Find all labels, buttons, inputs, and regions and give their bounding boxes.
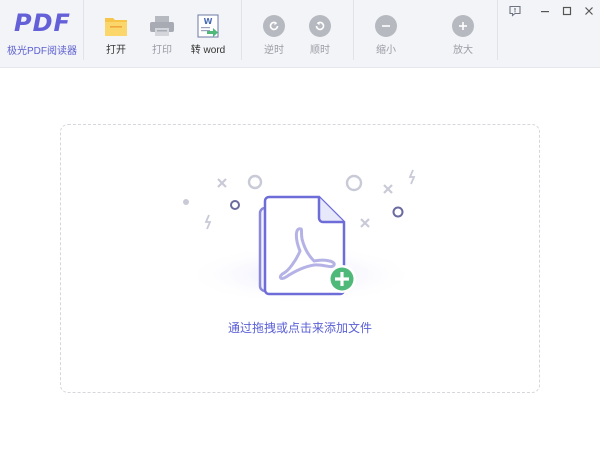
minus-circle-icon bbox=[375, 15, 397, 37]
print-button[interactable]: 打印 bbox=[139, 0, 185, 64]
plus-circle-icon bbox=[452, 15, 474, 37]
folder-icon bbox=[103, 14, 129, 38]
rotate-cw-label: 顺时 bbox=[310, 45, 330, 56]
zoom-out-label: 缩小 bbox=[376, 45, 396, 56]
rotate-ccw-icon bbox=[263, 15, 285, 37]
zoom-in-label: 放大 bbox=[453, 45, 473, 56]
close-icon bbox=[585, 7, 593, 15]
toolbar-divider bbox=[241, 0, 242, 60]
window-controls bbox=[504, 0, 600, 22]
logo-mark: PDF bbox=[14, 9, 71, 37]
drop-zone-hint: 通过拖拽或点击来添加文件 bbox=[227, 321, 372, 335]
add-plus-v bbox=[340, 272, 344, 286]
minimize-icon bbox=[541, 11, 549, 13]
rotate-ccw-label: 逆时 bbox=[264, 45, 284, 56]
zoom-out-button[interactable]: 缩小 bbox=[363, 0, 409, 64]
print-label: 打印 bbox=[152, 45, 172, 56]
add-file-illustration bbox=[183, 169, 419, 305]
decor-ring bbox=[247, 174, 263, 190]
zoom-in-button[interactable]: 放大 bbox=[440, 0, 486, 64]
minimize-button[interactable] bbox=[534, 0, 556, 22]
open-label: 打开 bbox=[106, 45, 126, 56]
close-button[interactable] bbox=[578, 0, 600, 22]
app-name: 极光PDF阅读器 bbox=[7, 46, 77, 57]
decor-cross bbox=[360, 218, 370, 228]
toolbar-divider bbox=[353, 0, 354, 60]
rotate-cw-button[interactable]: 顺时 bbox=[297, 0, 343, 64]
feedback-icon bbox=[509, 5, 521, 17]
feedback-button[interactable] bbox=[504, 0, 526, 22]
word-convert-icon: W bbox=[195, 14, 221, 38]
toolbar-divider bbox=[83, 0, 84, 60]
app-logo: PDF 极光PDF阅读器 bbox=[0, 0, 82, 68]
decor-ring bbox=[230, 200, 240, 210]
toolbar: PDF 极光PDF阅读器 打开 打印 W 转 word 逆时 顺时 缩小 放大 bbox=[0, 0, 600, 68]
decor-ring bbox=[392, 206, 404, 218]
svg-text:W: W bbox=[204, 17, 213, 26]
maximize-button[interactable] bbox=[556, 0, 578, 22]
decor-cross bbox=[383, 184, 393, 194]
decor-ring bbox=[345, 174, 363, 192]
file-drop-zone[interactable]: 通过拖拽或点击来添加文件 bbox=[60, 124, 540, 393]
maximize-icon bbox=[562, 6, 572, 16]
doc-fold bbox=[317, 197, 344, 224]
decor-spark bbox=[408, 169, 416, 185]
to-word-label: 转 word bbox=[190, 45, 226, 56]
toolbar-divider bbox=[497, 0, 498, 60]
decor-spark bbox=[204, 214, 212, 230]
rotate-ccw-button[interactable]: 逆时 bbox=[251, 0, 297, 64]
printer-icon bbox=[149, 14, 175, 38]
decor-dot bbox=[183, 199, 189, 205]
rotate-cw-icon bbox=[309, 15, 331, 37]
open-button[interactable]: 打开 bbox=[93, 0, 139, 64]
decor-cross bbox=[217, 178, 227, 188]
to-word-button[interactable]: W 转 word bbox=[185, 0, 231, 64]
